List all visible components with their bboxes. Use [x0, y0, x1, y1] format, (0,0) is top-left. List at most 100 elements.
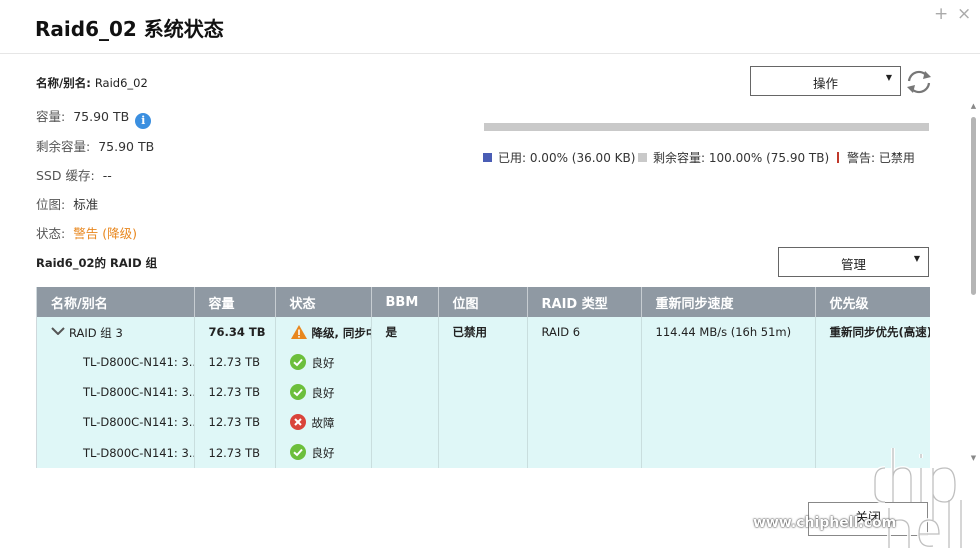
scrollbar-thumb[interactable] — [971, 117, 976, 295]
group-capacity: 76.34 TB — [194, 317, 276, 347]
usage-bar — [484, 123, 929, 131]
raid-table: 名称/别名 容量 状态 BBM 位图 RAID 类型 重新同步速度 优先级 RA… — [36, 287, 930, 468]
empty-cell — [527, 377, 642, 407]
col-bbm[interactable]: BBM — [371, 287, 439, 317]
disk-status-cell: 良好 — [275, 437, 372, 468]
bitmap-value: 标准 — [73, 197, 99, 212]
capacity-value: 75.90 TB — [73, 109, 130, 124]
empty-cell — [527, 437, 642, 468]
scroll-down-icon[interactable]: ▼ — [969, 454, 978, 462]
table-row-disk[interactable]: TL-D800C-N141: 3... 12.73 TB 良好 — [37, 347, 930, 377]
empty-cell — [438, 407, 528, 437]
empty-cell — [527, 407, 642, 437]
operation-dropdown[interactable]: 操作 ▼ — [750, 66, 901, 96]
empty-cell — [438, 437, 528, 468]
col-resync-speed[interactable]: 重新同步速度 — [641, 287, 816, 317]
capacity-row: 容量: 75.90 TB i — [36, 106, 152, 129]
group-name-cell: RAID 组 3 — [37, 317, 195, 347]
ssd-cache-label: SSD 缓存: — [36, 168, 95, 183]
raid-group-title: Raid6_02的 RAID 组 — [36, 256, 158, 270]
empty-cell — [371, 347, 439, 377]
check-icon — [289, 444, 306, 460]
empty-cell — [527, 347, 642, 377]
group-priority: 重新同步优先(高速) — [815, 317, 930, 347]
window-header: Raid6_02 系统状态 + × — [0, 0, 980, 54]
plus-icon[interactable]: + — [934, 4, 948, 24]
manage-label: 管理 — [840, 257, 866, 272]
disk-status-cell: 良好 — [275, 347, 372, 377]
check-icon — [289, 353, 306, 370]
legend-used-text: 已用: 0.00% (36.00 KB) — [498, 151, 636, 165]
empty-cell — [371, 437, 439, 468]
empty-cell — [641, 377, 816, 407]
caret-down-icon: ▼ — [885, 73, 892, 82]
scroll-up-icon[interactable]: ▲ — [969, 102, 978, 110]
disk-name: TL-D800C-N141: 3... — [37, 377, 195, 407]
group-bbm: 是 — [371, 317, 439, 347]
disk-capacity: 12.73 TB — [194, 377, 276, 407]
empty-cell — [438, 347, 528, 377]
legend-used: 已用: 0.00% (36.00 KB) — [483, 149, 635, 166]
group-status-cell: 降级, 同步中 — [275, 317, 372, 347]
capacity-label: 容量: — [36, 109, 66, 124]
page-title: Raid6_02 系统状态 — [35, 17, 224, 41]
empty-cell — [815, 437, 930, 468]
table-header-row: 名称/别名 容量 状态 BBM 位图 RAID 类型 重新同步速度 优先级 — [37, 287, 930, 317]
empty-cell — [815, 377, 930, 407]
name-label: 名称/别名: — [36, 76, 91, 90]
operation-label: 操作 — [812, 76, 838, 91]
bitmap-row: 位图: 标准 — [36, 194, 98, 213]
col-priority[interactable]: 优先级 — [815, 287, 930, 317]
free-value: 75.90 TB — [98, 139, 155, 154]
col-bitmap[interactable]: 位图 — [438, 287, 528, 317]
table-row-disk[interactable]: TL-D800C-N141: 3... 12.73 TB 良好 — [37, 437, 930, 468]
info-icon[interactable]: i — [135, 113, 152, 129]
group-status: 降级, 同步中 — [311, 325, 371, 340]
empty-cell — [371, 407, 439, 437]
empty-cell — [641, 347, 816, 377]
status-row: 状态: 警告 (降级) — [36, 223, 137, 242]
empty-cell — [815, 407, 930, 437]
free-row: 剩余容量: 75.90 TB — [36, 136, 154, 155]
chevron-down-icon[interactable] — [51, 324, 65, 335]
empty-cell — [641, 407, 816, 437]
status-label: 状态: — [36, 226, 66, 241]
table-row-group[interactable]: RAID 组 3 76.34 TB 降级, 同步中 是 已禁用 RAID 6 1… — [37, 317, 930, 347]
disk-status: 良好 — [311, 446, 335, 460]
group-bitmap: 已禁用 — [438, 317, 528, 347]
empty-cell — [371, 377, 439, 407]
caret-down-icon: ▼ — [913, 254, 920, 263]
ssd-cache-value: -- — [102, 168, 112, 183]
close-button[interactable]: 关闭 — [808, 502, 928, 536]
warning-marker — [837, 152, 839, 163]
bitmap-label: 位图: — [36, 197, 66, 212]
vertical-scrollbar[interactable]: ▲ ▼ — [969, 102, 978, 472]
refresh-icon[interactable] — [903, 67, 935, 97]
disk-name: TL-D800C-N141: 3... — [37, 407, 195, 437]
disk-name: TL-D800C-N141: 3... — [37, 347, 195, 377]
ssd-cache-row: SSD 缓存: -- — [36, 165, 112, 184]
disk-capacity: 12.73 TB — [194, 437, 276, 468]
legend-warning: 警告: 已禁用 — [837, 149, 915, 166]
close-icon[interactable]: × — [957, 4, 971, 24]
manage-dropdown[interactable]: 管理 ▼ — [778, 247, 929, 277]
col-capacity[interactable]: 容量 — [194, 287, 276, 317]
table-row-disk[interactable]: TL-D800C-N141: 3... 12.73 TB 良好 — [37, 377, 930, 407]
disk-capacity: 12.73 TB — [194, 407, 276, 437]
disk-status-cell: 良好 — [275, 377, 372, 407]
name-row: 名称/别名: Raid6_02 — [36, 75, 148, 91]
warning-icon — [290, 324, 307, 340]
check-icon — [289, 383, 306, 400]
empty-cell — [641, 437, 816, 468]
disk-status: 良好 — [311, 385, 335, 400]
col-status[interactable]: 状态 — [275, 287, 372, 317]
col-name[interactable]: 名称/别名 — [37, 287, 195, 317]
empty-cell — [438, 377, 528, 407]
disk-status-cell: 故障 — [275, 407, 372, 437]
empty-cell — [815, 347, 930, 377]
disk-status: 故障 — [311, 415, 335, 430]
group-raid-type: RAID 6 — [527, 317, 642, 347]
col-raid-type[interactable]: RAID 类型 — [527, 287, 642, 317]
table-row-disk[interactable]: TL-D800C-N141: 3... 12.73 TB 故障 — [37, 407, 930, 437]
used-swatch — [483, 153, 492, 162]
